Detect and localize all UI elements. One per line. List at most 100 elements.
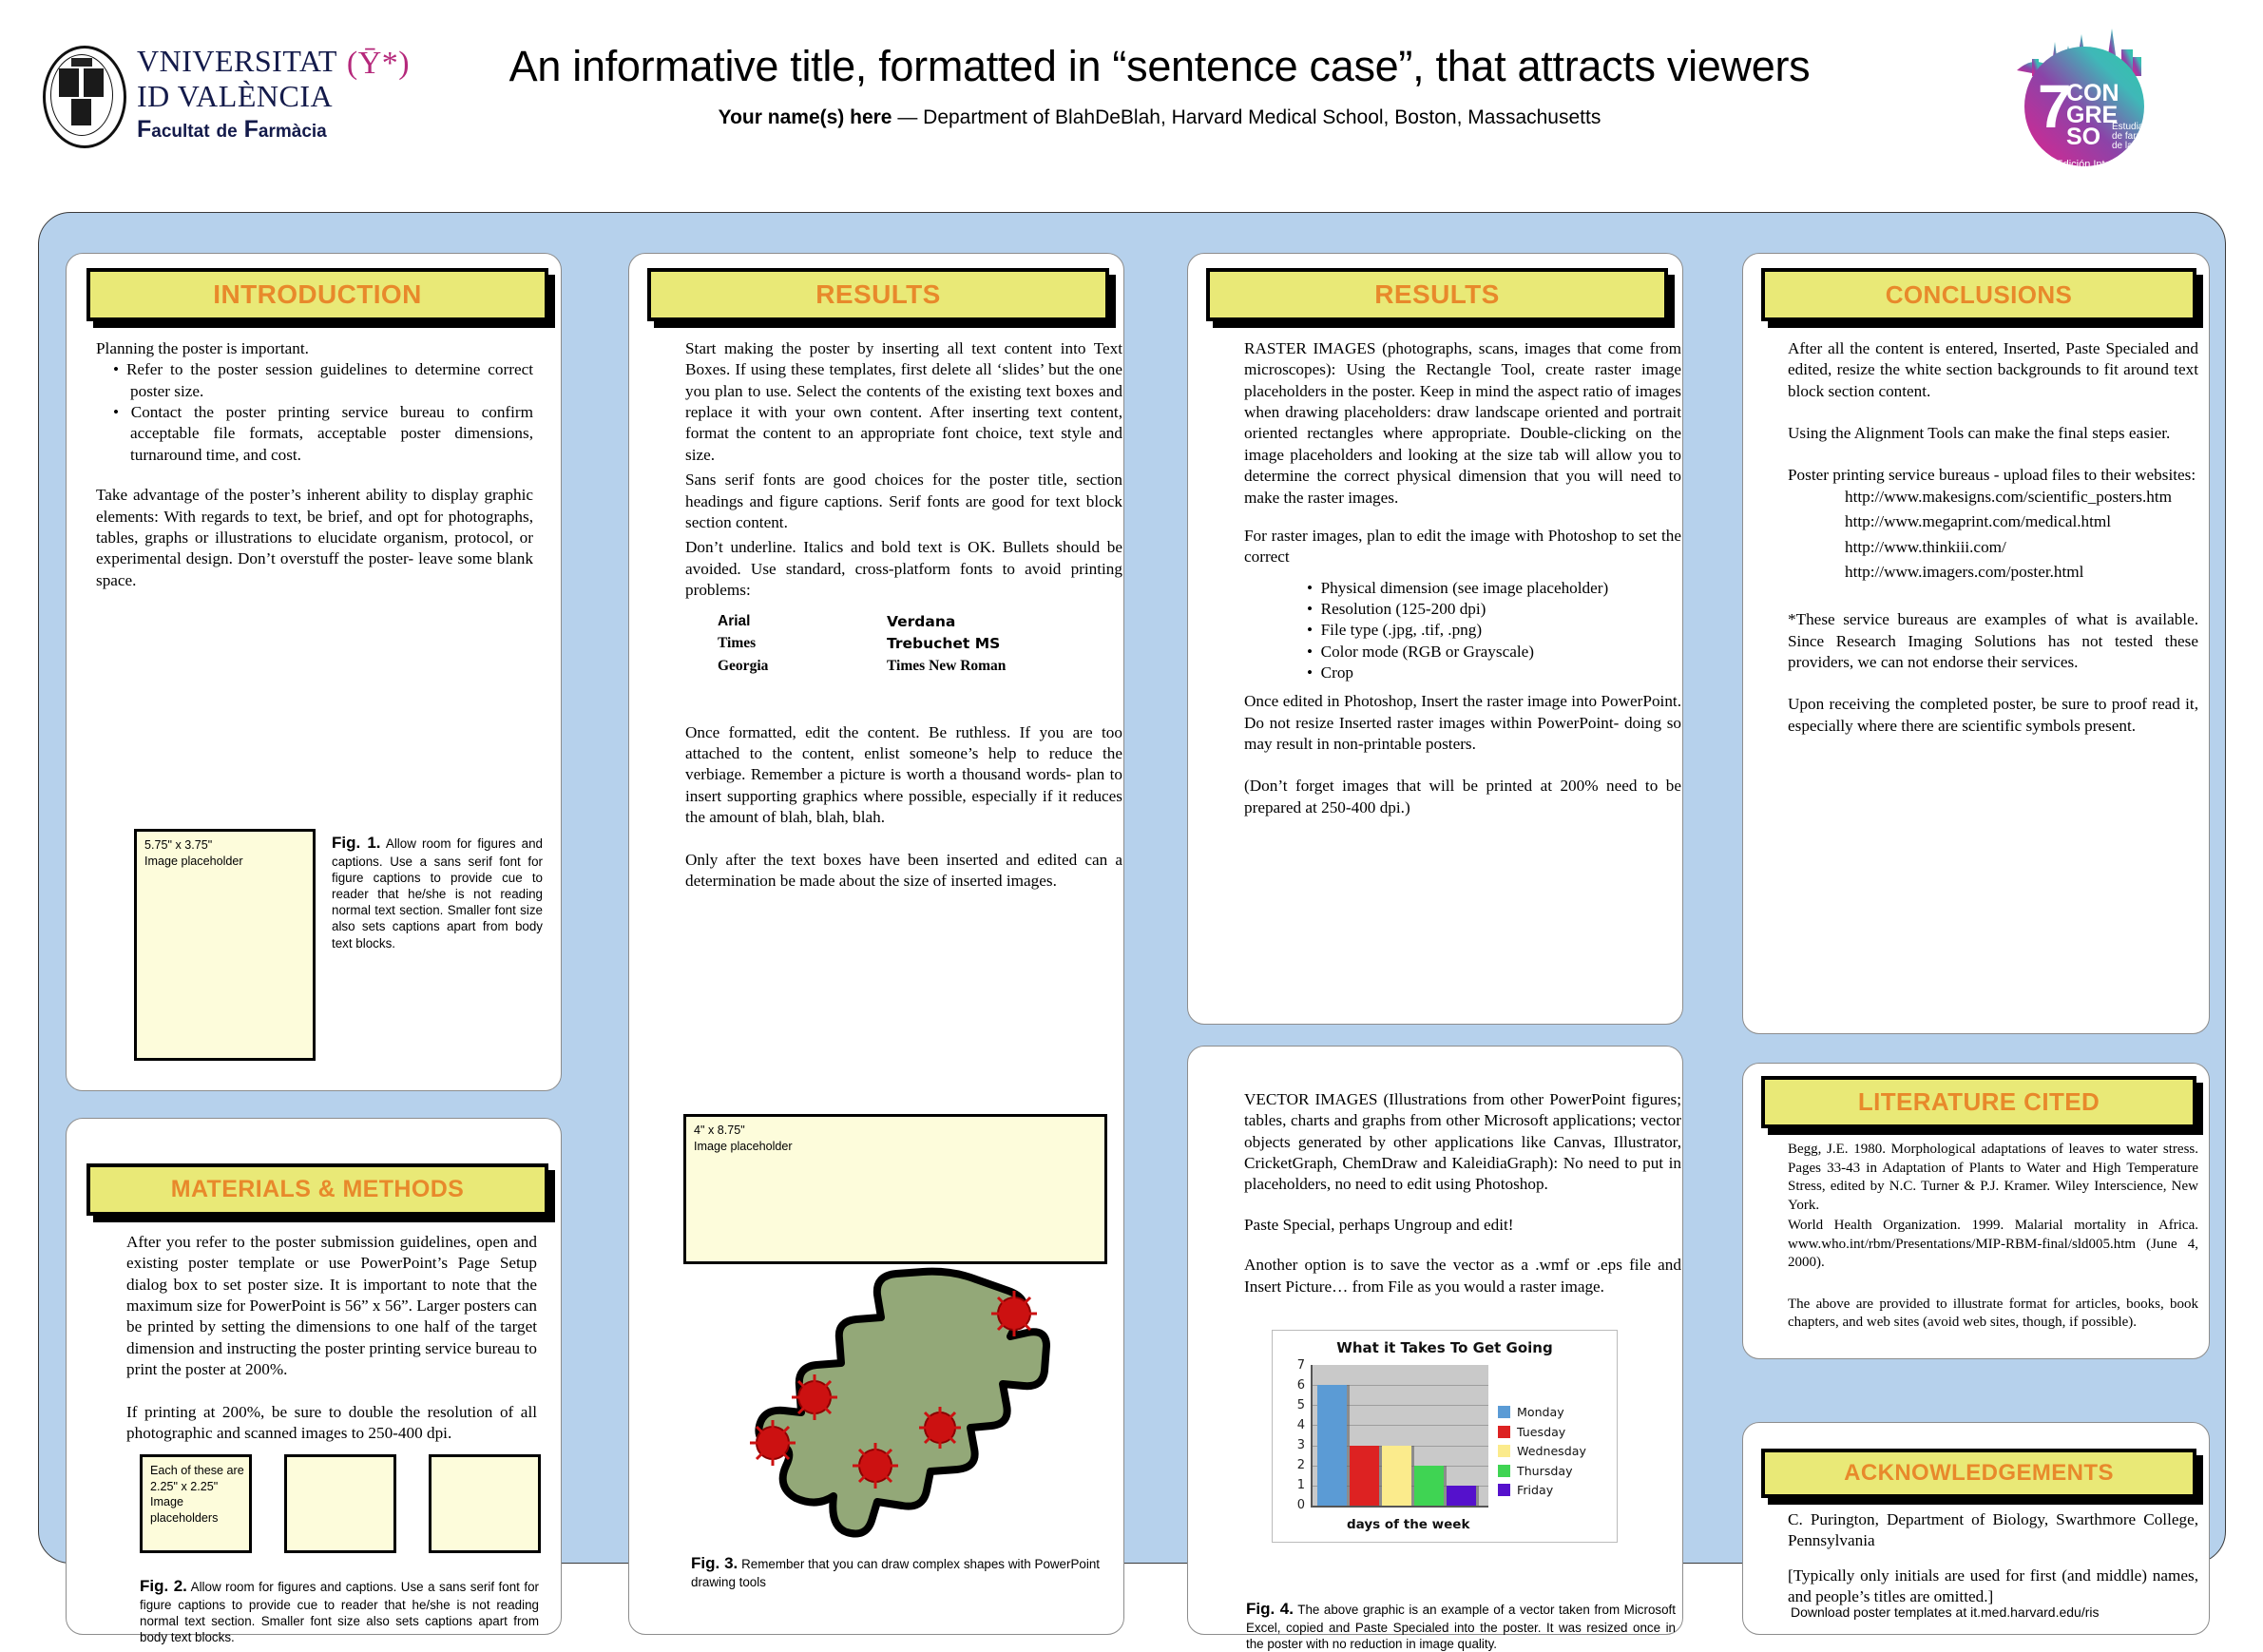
download-note: Download poster templates at it.med.harv… (1791, 1604, 2100, 1620)
pharmacy-mark-icon: (Ȳ*) (346, 46, 411, 82)
font-example-verdana: Verdana (887, 613, 956, 631)
introduction-p2: Take advantage of the poster’s inherent … (96, 486, 533, 589)
conclusions-p3: Poster printing service bureaus - upload… (1788, 466, 2196, 485)
vector-p2: Paste Special, perhaps Ungroup and edit! (1244, 1215, 1514, 1234)
chart-legend: Monday Tuesday Wednesday Thursday Friday (1498, 1405, 1586, 1503)
results1-p2: Sans serif fonts are good choices for th… (685, 471, 1122, 531)
poster-title: An informative title, formatted in “sent… (508, 42, 1811, 90)
chart-ytick-7: 7 (1296, 1358, 1305, 1373)
results1-p4: Once formatted, edit the content. Be rut… (685, 722, 1122, 827)
section-heading-acknowledgements: ACKNOWLEDGEMENTS (1761, 1449, 2196, 1498)
svg-text:SO: SO (2066, 124, 2100, 150)
literature-body: Begg, J.E. 1980. Morphological adaptatio… (1788, 1141, 2198, 1346)
figure4-caption: Fig. 4. The above graphic is an example … (1246, 1599, 1676, 1652)
conclusions-link-list: http://www.makesigns.com/scientific_post… (1845, 487, 2198, 583)
conclusions-p4: *These service bureaus are examples of w… (1788, 610, 2198, 671)
figure2-label: Fig. 2. (140, 1577, 187, 1595)
section-heading-results-2: RESULTS (1206, 268, 1668, 321)
acknowledgements-p1: C. Purington, Department of Biology, Swa… (1788, 1510, 2198, 1550)
results2-bullet-list: • Physical dimension (see image placehol… (1307, 578, 1681, 684)
chart-legend-item-tuesday: Tuesday (1498, 1425, 1586, 1439)
results1-p1: Start making the poster by inserting all… (685, 339, 1122, 464)
materials-p1: After you refer to the poster submission… (126, 1233, 537, 1379)
poster-header: VNIVERSITAT (Ȳ*) ID VALÈNCIA Facultat de … (0, 0, 2263, 202)
chart-ytick-0: 0 (1296, 1498, 1305, 1512)
figure1-placeholder: 5.75" x 3.75" Image placeholder (134, 829, 316, 1061)
results1-p3: Don’t underline. Italics and bold text i… (685, 538, 1122, 599)
conclusions-p5: Upon receiving the completed poster, be … (1788, 695, 2198, 735)
chart-bar-thursday (1414, 1465, 1444, 1506)
conclusions-link-1[interactable]: http://www.makesigns.com/scientific_post… (1845, 487, 2198, 508)
conclusions-p1: After all the content is entered, Insert… (1788, 339, 2198, 400)
chart-legend-item-monday: Monday (1498, 1405, 1586, 1419)
figure3-caption-text: Remember that you can draw complex shape… (691, 1557, 1100, 1589)
university-logo: VNIVERSITAT (Ȳ*) ID VALÈNCIA Facultat de … (40, 40, 420, 149)
materials-placeholder-1: Each of these are 2.25" x 2.25" Image pl… (140, 1454, 252, 1553)
font-example-arial: Arial (718, 613, 751, 630)
font-example-times: Times (718, 635, 757, 652)
figure1-caption: Fig. 1. Allow room for figures and capti… (332, 833, 543, 951)
chart-ytick-1: 1 (1296, 1478, 1305, 1492)
results2-p2: For raster images, plan to edit the imag… (1244, 526, 1681, 567)
conclusions-body: After all the content is entered, Insert… (1788, 338, 2198, 750)
svg-text:de la UV: de la UV (2112, 141, 2149, 151)
literature-ref-2: World Health Organization. 1999. Malaria… (1788, 1218, 2198, 1270)
results2-bullet-2: • Resolution (125-200 dpi) (1307, 599, 1486, 618)
figure3-label: Fig. 3. (691, 1554, 738, 1572)
conclusions-link-2[interactable]: http://www.megaprint.com/medical.html (1845, 511, 2198, 532)
chart-ytick-3: 3 (1296, 1438, 1305, 1452)
congress-logo-icon: 7 CON GRE SO Estudiantes de farmacia de … (2017, 29, 2162, 170)
conclusions-link-3[interactable]: http://www.thinkiii.com/ (1845, 537, 2198, 558)
svg-text:5ª Edición Internacional: 5ª Edición Internacional (2043, 159, 2153, 170)
figure2-caption-text: Allow room for figures and captions. Use… (140, 1580, 539, 1645)
figure4-caption-text: The above graphic is an example of a vec… (1246, 1603, 1676, 1651)
congress-logo: 7 CON GRE SO Estudiantes de farmacia de … (1994, 13, 2175, 194)
literature-note: The above are provided to illustrate for… (1788, 1296, 2198, 1331)
acknowledgements-p2: [Typically only initials are used for fi… (1788, 1566, 2198, 1606)
figure4-label: Fig. 4. (1246, 1600, 1294, 1618)
introduction-bullet-2: • Contact the poster printing service bu… (113, 403, 533, 464)
poster-canvas: INTRODUCTION Planning the poster is impo… (38, 212, 2226, 1651)
title-block: An informative title, formatted in “sent… (409, 42, 1910, 129)
literature-ref-1: Begg, J.E. 1980. Morphological adaptatio… (1788, 1142, 2198, 1213)
chart-title: What it Takes To Get Going (1336, 1339, 1553, 1356)
chart-ytick-6: 6 (1296, 1378, 1305, 1393)
chart-ytick-2: 2 (1296, 1458, 1305, 1472)
section-heading-materials: MATERIALS & METHODS (86, 1163, 548, 1216)
introduction-body: Planning the poster is important. • Refe… (96, 338, 533, 605)
vector-p1: VECTOR IMAGES (Illustrations from other … (1244, 1090, 1681, 1194)
chart-ytick-4: 4 (1296, 1418, 1305, 1432)
chart-bar-friday (1447, 1485, 1476, 1506)
font-example-trebuchet: Trebuchet MS (887, 635, 1001, 653)
introduction-p1: Planning the poster is important. (96, 339, 309, 357)
results2-bullet-3: • File type (.jpg, .tif, .png) (1307, 621, 1483, 640)
font-examples: Arial Times Georgia Verdana Trebuchet MS… (718, 612, 1122, 678)
poster-authors: Your name(s) here — Department of BlahDe… (718, 106, 1601, 128)
chart-legend-item-thursday: Thursday (1498, 1464, 1586, 1478)
results2-p3: Once edited in Photoshop, Insert the ras… (1244, 692, 1681, 754)
font-example-times-new-roman: Times New Roman (887, 657, 1007, 674)
materials-body: After you refer to the poster submission… (126, 1232, 537, 1457)
results2-body: RASTER IMAGES (photographs, scans, image… (1244, 338, 1681, 832)
complex-shape-drawing (750, 1267, 1050, 1538)
results1-body: Start making the poster by inserting all… (685, 338, 1122, 905)
university-seal-icon (40, 44, 127, 148)
section-heading-results-1: RESULTS (647, 268, 1109, 321)
materials-placeholder-2 (284, 1454, 396, 1553)
materials-placeholder-label: Each of these are 2.25" x 2.25" Image pl… (150, 1464, 244, 1525)
results2-p4: (Don’t forget images that will be printe… (1244, 777, 1681, 816)
conclusions-link-4[interactable]: http://www.imagers.com/poster.html (1845, 562, 2198, 583)
figure3-caption: Fig. 3. Remember that you can draw compl… (691, 1553, 1100, 1590)
vector-body: VECTOR IMAGES (Illustrations from other … (1244, 1089, 1681, 1311)
materials-p2: If printing at 200%, be sure to double t… (126, 1402, 537, 1442)
materials-placeholder-3 (429, 1454, 541, 1553)
results2-bullet-5: • Crop (1307, 663, 1353, 682)
section-heading-introduction: INTRODUCTION (86, 268, 548, 321)
figure1-placeholder-label: 5.75" x 3.75" Image placeholder (144, 838, 243, 868)
chart-container: What it Takes To Get Going 7 6 5 4 3 2 1… (1272, 1330, 1618, 1543)
conclusions-p2: Using the Alignment Tools can make the f… (1788, 424, 2171, 443)
chart-bar-wednesday (1382, 1445, 1411, 1506)
figure2-caption: Fig. 2. Allow room for figures and capti… (140, 1576, 539, 1645)
chart-bar-monday (1317, 1385, 1347, 1506)
chart-legend-item-friday: Friday (1498, 1483, 1586, 1497)
